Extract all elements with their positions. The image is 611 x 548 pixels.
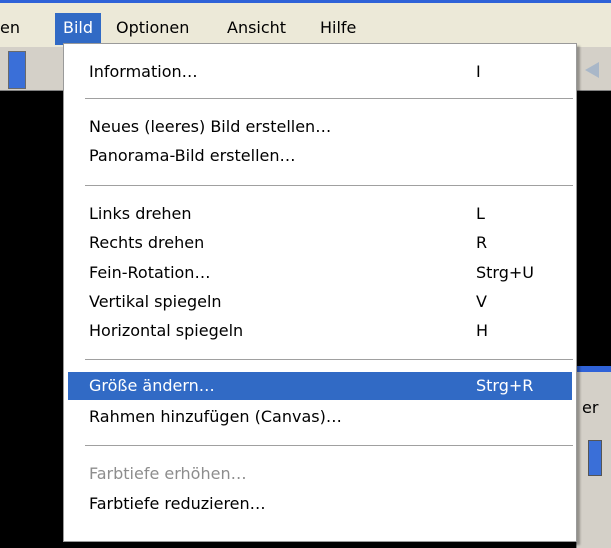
menu-separator bbox=[85, 359, 573, 360]
menu-item-information[interactable]: Information… I bbox=[68, 58, 572, 86]
menu-item-shortcut: Strg+R bbox=[476, 376, 534, 395]
menu-separator bbox=[85, 98, 573, 99]
menu-bar: en Bild Optionen Ansicht Hilfe bbox=[0, 0, 611, 47]
menu-item-shortcut: L bbox=[476, 204, 485, 223]
menu-item-label: Information… bbox=[89, 62, 198, 81]
toolbar-button[interactable] bbox=[8, 51, 26, 89]
menu-item-shortcut: Strg+U bbox=[476, 263, 534, 282]
menu-item-label: Vertikal spiegeln bbox=[89, 292, 222, 311]
menu-item-resize[interactable]: Größe ändern… Strg+R bbox=[68, 372, 572, 400]
menu-item-panorama[interactable]: Panorama-Bild erstellen… bbox=[68, 142, 572, 170]
menu-item-decrease-color-depth[interactable]: Farbtiefe reduzieren… bbox=[68, 490, 572, 518]
side-panel-button[interactable] bbox=[588, 440, 602, 476]
menu-item-add-canvas[interactable]: Rahmen hinzufügen (Canvas)… bbox=[68, 403, 572, 431]
menu-item-fine-rotation[interactable]: Fein-Rotation… Strg+U bbox=[68, 259, 572, 287]
menu-item-label: Panorama-Bild erstellen… bbox=[89, 146, 296, 165]
menu-item-shortcut: V bbox=[476, 292, 487, 311]
menu-separator bbox=[85, 445, 573, 446]
menu-item-label: Neues (leeres) Bild erstellen… bbox=[89, 117, 332, 136]
bild-dropdown-menu: Information… I Neues (leeres) Bild erste… bbox=[63, 43, 577, 542]
side-panel-label: er bbox=[582, 398, 599, 417]
menu-item-flip-horizontal[interactable]: Horizontal spiegeln H bbox=[68, 317, 572, 345]
menu-item-label: Farbtiefe erhöhen… bbox=[89, 464, 247, 483]
menu-item-shortcut: I bbox=[476, 62, 481, 81]
menu-item-flip-vertical[interactable]: Vertikal spiegeln V bbox=[68, 288, 572, 316]
menu-hilfe[interactable]: Hilfe bbox=[312, 13, 364, 45]
menu-item-label: Links drehen bbox=[89, 204, 192, 223]
menu-item-shortcut: H bbox=[476, 321, 489, 340]
menu-item-label: Fein-Rotation… bbox=[89, 263, 211, 282]
menu-item-label: Größe ändern… bbox=[89, 376, 215, 395]
menu-item-increase-color-depth[interactable]: Farbtiefe erhöhen… bbox=[68, 460, 572, 488]
menu-item-label: Farbtiefe reduzieren… bbox=[89, 494, 266, 513]
menu-item-label: Rahmen hinzufügen (Canvas)… bbox=[89, 407, 342, 426]
menu-item-label: Horizontal spiegeln bbox=[89, 321, 244, 340]
menu-bild[interactable]: Bild bbox=[55, 13, 102, 45]
menu-optionen[interactable]: Optionen bbox=[108, 13, 197, 45]
menu-separator bbox=[85, 185, 573, 186]
menu-item-rotate-right[interactable]: Rechts drehen R bbox=[68, 229, 572, 257]
menu-item-rotate-left[interactable]: Links drehen L bbox=[68, 200, 572, 228]
menu-item-shortcut: R bbox=[476, 233, 488, 252]
menu-item-new-image[interactable]: Neues (leeres) Bild erstellen… bbox=[68, 113, 572, 141]
menu-item-label: Rechts drehen bbox=[89, 233, 205, 252]
menu-ansicht[interactable]: Ansicht bbox=[219, 13, 294, 45]
menu-datei-partial[interactable]: en bbox=[0, 13, 28, 45]
